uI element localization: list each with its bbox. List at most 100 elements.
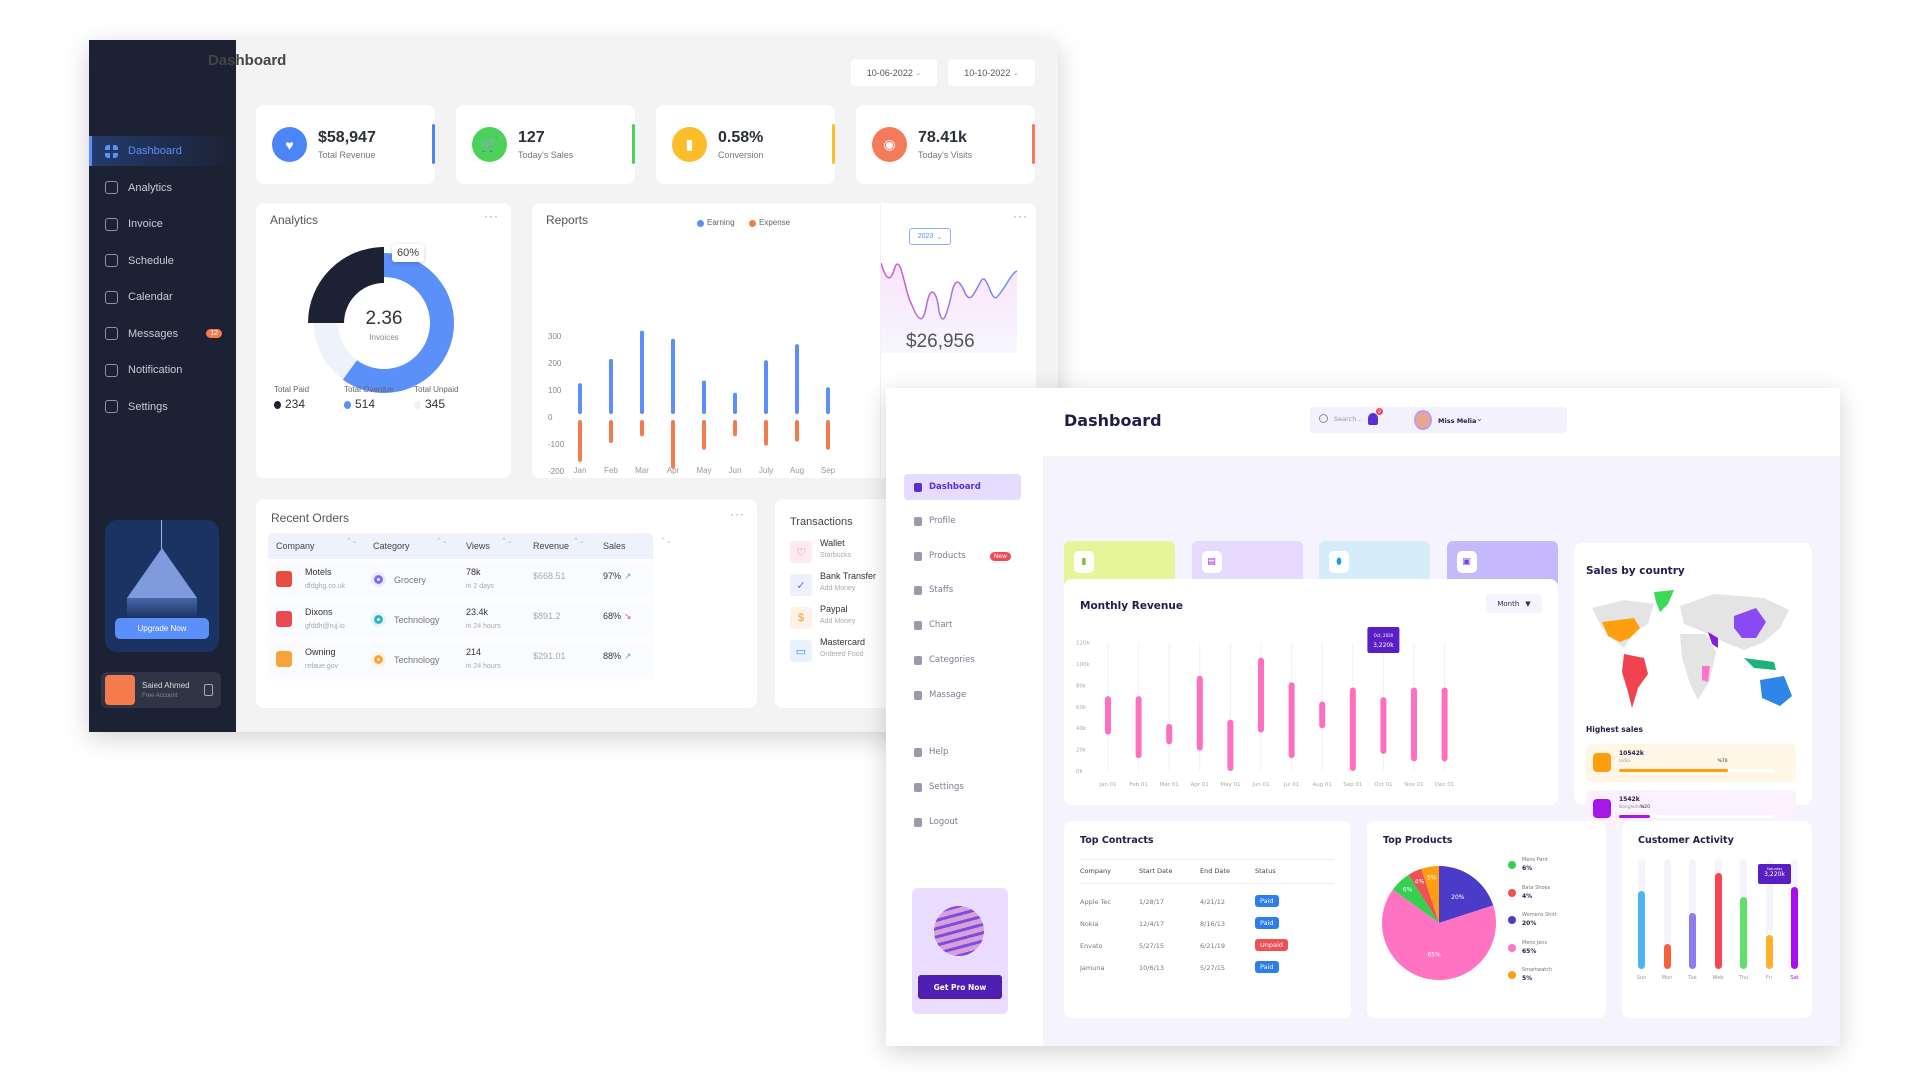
total-value: 345 — [425, 397, 446, 411]
table-row[interactable]: Motels dfdghg.co.uk Grocery 78k in 2 days $66… — [268, 561, 653, 599]
user-avatar[interactable] — [1414, 410, 1432, 430]
sort-icon[interactable]: ⌃⌄ — [660, 538, 672, 545]
more-icon[interactable]: ··· — [484, 209, 499, 223]
views: 78k — [466, 567, 481, 577]
sidebar-item-label: Products — [929, 551, 966, 561]
sidebar-item-calendar[interactable]: Calendar — [89, 282, 236, 312]
start-date: 10-06-2022 — [866, 67, 913, 78]
transaction-name[interactable]: Bank Transfer — [820, 571, 876, 581]
sort-icon[interactable]: ⌃⌄ — [346, 538, 358, 545]
sort-icon[interactable]: ⌃⌄ — [436, 538, 448, 545]
dashboard-light-purple: Dashboard Search... 0 Miss Melia ⌄ Dashb… — [886, 388, 1840, 1046]
transaction-sub: Add Money — [820, 585, 856, 592]
activity-bar[interactable] — [1663, 943, 1671, 969]
end-date: 10-10-2022 — [964, 67, 1011, 78]
status-badge: Paid — [1255, 895, 1279, 907]
table-row[interactable]: Owning refaue.gov Technology 214 in 24 hours… — [268, 641, 653, 679]
calendar-icon — [105, 290, 118, 304]
pie-slice-label: 20% — [1451, 894, 1465, 901]
activity-bar[interactable] — [1765, 934, 1773, 969]
category-icon — [371, 612, 386, 627]
total-value: 234 — [285, 397, 306, 411]
map-africa — [1680, 634, 1716, 700]
x-tick-label: Apr 01 — [1191, 782, 1209, 788]
column-header-category[interactable]: Category — [373, 541, 410, 551]
sidebar-item-settings[interactable]: Settings — [89, 392, 236, 422]
table-row[interactable]: Apple Tec 1/28/17 4/21/12 Paid — [1064, 895, 1351, 911]
earning-bar — [795, 344, 799, 414]
total-earning: $26,956 — [906, 331, 975, 352]
legend-value: 20% — [1522, 920, 1537, 927]
transaction-name[interactable]: Paypal — [820, 604, 848, 614]
get-pro-button[interactable]: Get Pro Now — [918, 975, 1002, 999]
messages-icon — [105, 327, 118, 340]
upgrade-button[interactable]: Upgrade Now — [115, 618, 209, 639]
end-date-select[interactable]: 10-10-2022 ⌄ — [948, 59, 1035, 86]
x-tick-label: Sep — [821, 466, 836, 475]
start-date-select[interactable]: 10-06-2022 ⌄ — [851, 59, 937, 86]
stat-label: Today's Visits — [918, 150, 973, 160]
total-label: Total Overdue — [344, 385, 394, 394]
table-header: Company ⌃⌄ Category ⌃⌄ Views ⌃⌄ Revenue ⌃⌄ Sales… — [268, 533, 672, 559]
highest-sales-item[interactable]: 10542k India %70 — [1586, 744, 1796, 782]
revenue-range-bar — [1380, 697, 1387, 754]
activity-bar[interactable] — [1740, 896, 1747, 969]
notification-bell-icon[interactable] — [1368, 413, 1378, 425]
more-icon[interactable]: ··· — [1013, 209, 1028, 223]
chevron-down-icon[interactable]: ⌄ — [1476, 414, 1483, 423]
legend-name: Smartwatch — [1522, 967, 1553, 973]
sidebar-item-dashboard[interactable]: Dashboard — [89, 136, 236, 166]
x-tick-label: Jul 01 — [1283, 782, 1299, 788]
total-dot — [274, 401, 281, 409]
table-row[interactable]: Envato 5/27/15 6/21/19 Unpaid — [1064, 939, 1351, 955]
sidebar-item-label: Dashboard — [128, 145, 182, 157]
sidebar-item-analytics[interactable]: Analytics — [89, 173, 236, 203]
sidebar-item-messages[interactable]: Messages 12 — [89, 319, 236, 349]
sidebar-item-dashboard[interactable]: Dashboard — [904, 474, 1021, 500]
sidebar-item-notification[interactable]: Notification — [89, 355, 236, 385]
column-header-company[interactable]: Company — [276, 541, 315, 551]
sidebar-item-massage[interactable]: Massage — [904, 682, 1021, 708]
user-name[interactable]: Miss Melia — [1438, 417, 1476, 425]
sidebar-item-chart[interactable]: Chart — [904, 612, 1021, 638]
y-tick-label: 300 — [548, 332, 562, 341]
sidebar-item-help[interactable]: Help — [904, 739, 1021, 765]
sidebar-item-schedule[interactable]: Schedule — [89, 246, 236, 276]
activity-bar[interactable] — [1638, 890, 1645, 969]
sidebar-item-staffs[interactable]: Staffs — [904, 577, 1021, 603]
x-tick-label: Jun 01 — [1251, 782, 1269, 788]
activity-bar[interactable] — [1714, 872, 1722, 969]
activity-bar[interactable] — [1689, 913, 1696, 969]
sales: 97% — [603, 571, 622, 581]
sidebar-item-invoice[interactable]: Invoice — [89, 209, 236, 239]
sidebar-item-products[interactable]: Products New — [904, 543, 1021, 569]
monthly-revenue-card: Monthly Revenue Month ▼ 120k 100k 80k 60k 40k… — [1064, 579, 1558, 805]
column-header-sales[interactable]: Sales — [603, 541, 626, 551]
sort-icon[interactable]: ⌃⌄ — [573, 538, 585, 545]
column-header-views[interactable]: Views — [466, 541, 490, 551]
table-row[interactable]: Jamuna 10/6/13 5/27/15 Paid — [1064, 961, 1351, 977]
top-products-title: Top Products — [1383, 835, 1453, 846]
expense-bar — [578, 420, 582, 462]
more-icon[interactable]: ··· — [730, 507, 745, 521]
sidebar-item-profile[interactable]: Profile — [904, 508, 1021, 534]
month-select[interactable]: Month ▼ — [1486, 594, 1542, 613]
transaction-name[interactable]: Mastercard — [820, 637, 865, 647]
chevron-down-icon: ⌄ — [1012, 69, 1019, 77]
sort-icon[interactable]: ⌃⌄ — [501, 538, 513, 545]
logout-icon[interactable] — [204, 684, 213, 696]
table-row[interactable]: Dixons gfddh@ruj.io Technology 23.4k in 24 h… — [268, 601, 653, 639]
table-row[interactable]: Nokia 12/4/17 8/16/13 Paid — [1064, 917, 1351, 933]
transaction-name[interactable]: Wallet — [820, 538, 845, 548]
sidebar-item-categories[interactable]: Categories — [904, 647, 1021, 673]
x-tick-label: Sep 01 — [1343, 782, 1362, 788]
year-select[interactable]: 2023 ⌄ — [909, 228, 951, 245]
avatar — [105, 675, 135, 705]
sidebar-item-settings[interactable]: Settings — [904, 774, 1021, 800]
category-icon — [371, 652, 386, 667]
column-header-revenue[interactable]: Revenue — [533, 541, 569, 551]
activity-bar[interactable] — [1791, 886, 1798, 969]
massage-icon — [914, 690, 922, 700]
views-period: in 24 hours — [466, 663, 501, 670]
sidebar-item-logout[interactable]: Logout — [904, 809, 1021, 835]
